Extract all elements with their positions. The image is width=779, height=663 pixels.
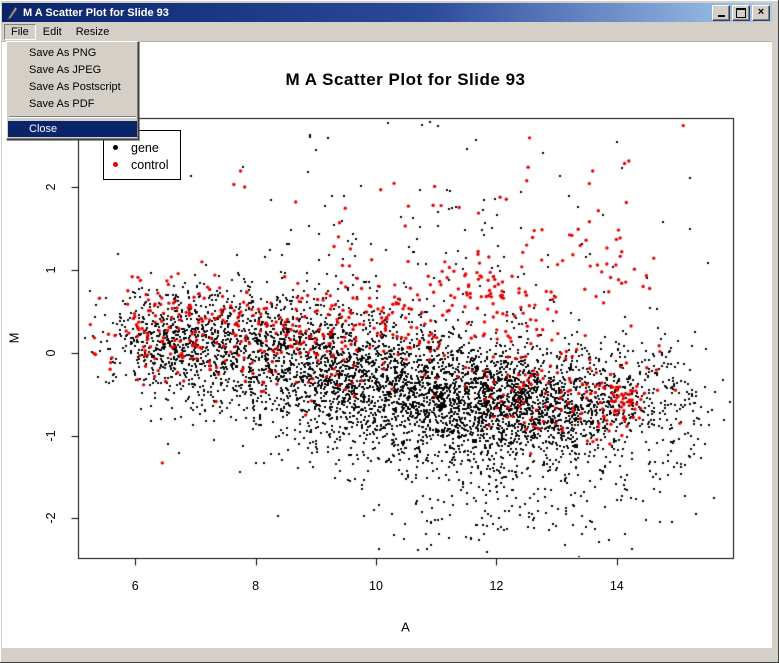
control-dot-icon: [113, 162, 118, 167]
menu-item-save-as-png[interactable]: Save As PNG: [8, 45, 137, 62]
maximize-icon: [736, 8, 746, 18]
app-window: M A Scatter Plot for Slide 93 × File Edi…: [0, 0, 779, 663]
tk-feather-icon: [5, 6, 19, 20]
minimize-icon: [718, 15, 725, 17]
x-tick-label: 8: [252, 579, 259, 593]
x-tick-label: 10: [369, 579, 383, 593]
close-icon: ×: [758, 7, 764, 18]
window-title: M A Scatter Plot for Slide 93: [23, 7, 710, 19]
y-tick-label: 1: [44, 267, 58, 274]
x-tick-label: 6: [132, 579, 139, 593]
y-tick-label: -1: [44, 430, 58, 441]
maximize-button[interactable]: [732, 5, 750, 21]
x-tick-label: 12: [489, 579, 503, 593]
x-axis-title: A: [401, 620, 410, 635]
minimize-button[interactable]: [712, 5, 730, 21]
file-dropdown-menu: Save As PNG Save As JPEG Save As Postscr…: [6, 41, 139, 140]
gene-dot-icon: [113, 145, 118, 150]
menu-item-save-as-postscript[interactable]: Save As Postscript: [8, 79, 137, 96]
title-bar[interactable]: M A Scatter Plot for Slide 93 ×: [2, 3, 772, 22]
menu-item-save-as-jpeg[interactable]: Save As JPEG: [8, 62, 137, 79]
menu-item-close[interactable]: Close: [8, 121, 137, 137]
menu-resize[interactable]: Resize: [69, 24, 117, 40]
y-axis-title: M: [7, 333, 22, 344]
x-tick-label: 14: [610, 579, 624, 593]
y-tick-label: -2: [44, 513, 58, 524]
y-tick-label: 0: [44, 349, 58, 356]
y-tick-label: 2: [44, 184, 58, 191]
close-button[interactable]: ×: [752, 5, 770, 21]
plot-title: M A Scatter Plot for Slide 93: [78, 70, 733, 90]
menu-edit[interactable]: Edit: [36, 24, 69, 40]
legend-entry-control: control: [104, 156, 180, 173]
menu-file[interactable]: File: [4, 24, 36, 40]
menu-item-save-as-pdf[interactable]: Save As PDF: [8, 96, 137, 113]
menu-separator: [9, 116, 136, 118]
legend-entry-gene: gene: [104, 139, 180, 156]
menu-bar: File Edit Resize: [2, 22, 772, 42]
